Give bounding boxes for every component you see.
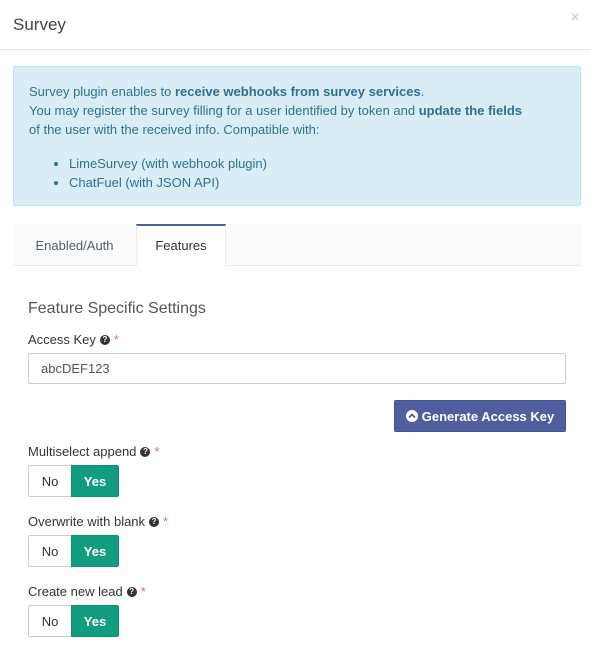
list-item: LimeSurvey (with webhook plugin)	[69, 154, 564, 173]
generate-button-label: Generate Access Key	[421, 408, 555, 424]
toggle-no-option[interactable]: No	[28, 605, 71, 637]
access-key-input[interactable]	[28, 353, 566, 384]
info-line-3: of the user with the received info. Comp…	[29, 122, 320, 137]
section-title: Feature Specific Settings	[28, 300, 206, 317]
help-icon[interactable]: ?	[99, 334, 110, 345]
tab-bar: Enabled/Auth Features	[13, 224, 581, 266]
info-line-1: Survey plugin enables to receive webhook…	[29, 82, 564, 101]
overwrite-with-blank-label: Overwrite with blank ? *	[28, 514, 168, 529]
info-line-2: You may register the survey filling for …	[29, 101, 564, 120]
generate-access-key-button[interactable]: Generate Access Key	[394, 400, 566, 432]
toggle-label-text: Create new lead	[28, 584, 123, 599]
info-bold-text: update the fields	[418, 103, 523, 118]
help-icon[interactable]: ?	[126, 586, 137, 597]
toggle-yes-option[interactable]: Yes	[71, 465, 119, 497]
list-item: ChatFuel (with JSON API)	[69, 173, 564, 192]
chevron-circle-up-icon	[405, 410, 418, 422]
access-key-label: Access Key ? *	[28, 332, 119, 347]
create-new-lead-label: Create new lead ? *	[28, 584, 146, 599]
compatible-list: LimeSurvey (with webhook plugin) ChatFue…	[29, 154, 564, 192]
create-new-lead-toggle: No Yes	[28, 605, 119, 637]
required-marker: *	[154, 444, 160, 459]
toggle-yes-option[interactable]: Yes	[71, 605, 119, 637]
info-text: Survey plugin enables to	[29, 84, 175, 99]
info-alert: Survey plugin enables to receive webhook…	[13, 66, 581, 206]
multiselect-append-toggle: No Yes	[28, 465, 119, 497]
toggle-yes-option[interactable]: Yes	[71, 535, 119, 567]
info-bold-text: receive webhooks from survey services	[174, 84, 421, 99]
toggle-no-option[interactable]: No	[28, 535, 71, 567]
modal-header: Survey	[0, 0, 591, 50]
tab-features[interactable]: Features	[136, 224, 226, 266]
required-marker: *	[163, 514, 169, 529]
required-marker: *	[140, 584, 146, 599]
toggle-label-text: Multiselect append	[28, 444, 137, 459]
info-text: .	[420, 84, 425, 99]
required-marker: *	[113, 332, 119, 347]
info-text: You may register the survey filling for …	[29, 103, 419, 118]
modal-title: Survey	[13, 14, 66, 34]
close-icon[interactable]: ×	[569, 10, 581, 26]
survey-modal: Survey × Survey plugin enables to receiv…	[0, 0, 591, 656]
help-icon[interactable]: ?	[140, 446, 151, 457]
multiselect-append-label: Multiselect append ? *	[28, 444, 159, 459]
help-icon[interactable]: ?	[149, 516, 160, 527]
tab-enabled-auth[interactable]: Enabled/Auth	[13, 224, 136, 266]
toggle-no-option[interactable]: No	[28, 465, 71, 497]
overwrite-with-blank-toggle: No Yes	[28, 535, 119, 567]
toggle-label-text: Overwrite with blank	[28, 514, 146, 529]
access-key-label-text: Access Key	[28, 332, 96, 347]
